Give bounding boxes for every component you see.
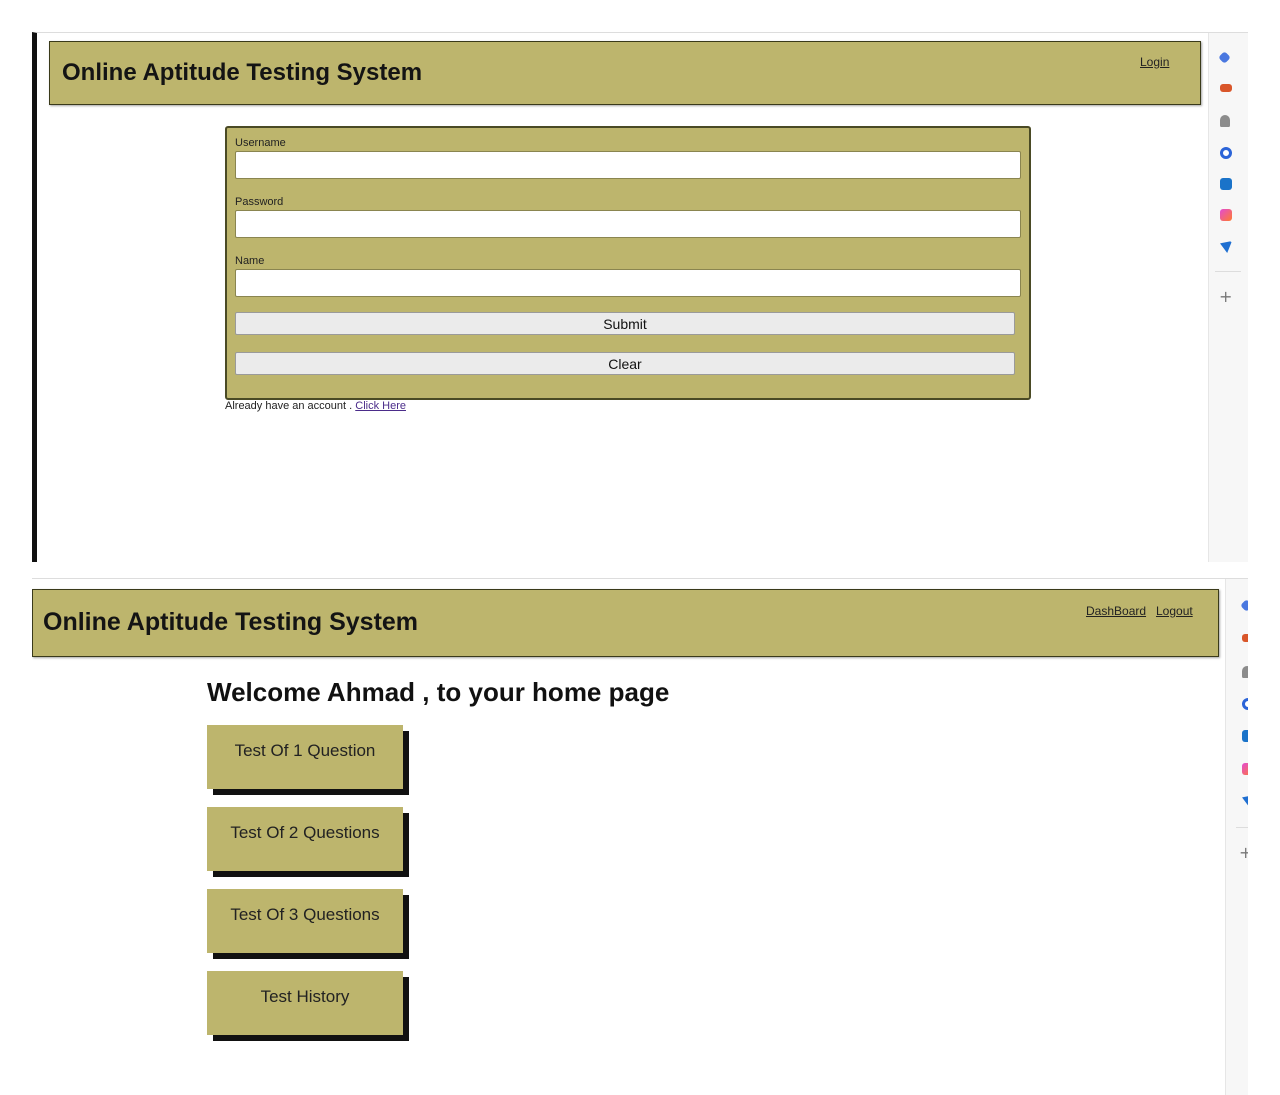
add-icon[interactable]: + xyxy=(1239,843,1248,862)
outlook-icon[interactable] xyxy=(1220,178,1232,190)
username-field[interactable] xyxy=(235,151,1021,179)
toolbox-icon[interactable] xyxy=(1242,634,1248,642)
sidebar-divider xyxy=(1215,271,1241,272)
toolbox-icon[interactable] xyxy=(1220,84,1232,92)
copilot-icon[interactable] xyxy=(1242,763,1248,775)
site-title: Online Aptitude Testing System xyxy=(43,608,419,636)
office-icon[interactable] xyxy=(1220,147,1232,159)
test-1-question-button[interactable]: Test Of 1 Question xyxy=(207,725,403,789)
send-icon[interactable] xyxy=(1242,795,1248,807)
browser-sidebar: + xyxy=(1225,579,1248,1095)
test-3-questions-button[interactable]: Test Of 3 Questions xyxy=(207,889,403,953)
submit-button[interactable]: Submit xyxy=(235,312,1015,335)
tag-icon[interactable] xyxy=(1240,599,1248,612)
persons-icon[interactable] xyxy=(1220,115,1230,127)
send-icon[interactable] xyxy=(1220,241,1232,253)
browser-sidebar: + xyxy=(1208,33,1248,562)
login-link[interactable]: Login xyxy=(1140,55,1169,69)
password-field[interactable] xyxy=(235,210,1021,238)
tag-icon[interactable] xyxy=(1218,51,1231,64)
site-title: Online Aptitude Testing System xyxy=(62,59,423,86)
home-page-screenshot: Online Aptitude Testing System DashBoard… xyxy=(32,578,1248,1095)
register-page-screenshot: Online Aptitude Testing System Login Use… xyxy=(32,32,1248,562)
site-header: Online Aptitude Testing System DashBoard… xyxy=(32,589,1219,657)
click-here-link[interactable]: Click Here xyxy=(355,400,406,412)
test-2-questions-button[interactable]: Test Of 2 Questions xyxy=(207,807,403,871)
persons-icon[interactable] xyxy=(1242,666,1248,678)
existing-account-prompt: Already have an account . Click Here xyxy=(225,400,406,412)
account-prompt-text: Already have an account . xyxy=(225,400,356,412)
password-label: Password xyxy=(235,196,284,208)
clear-button[interactable]: Clear xyxy=(235,352,1015,375)
copilot-icon[interactable] xyxy=(1220,209,1232,221)
office-icon[interactable] xyxy=(1242,698,1248,710)
sidebar-divider xyxy=(1236,827,1248,828)
logout-link[interactable]: Logout xyxy=(1156,604,1193,618)
register-form: Username Password Name Submit Clear xyxy=(225,126,1031,400)
username-label: Username xyxy=(235,137,286,149)
dashboard-link[interactable]: DashBoard xyxy=(1086,604,1146,618)
add-icon[interactable]: + xyxy=(1219,287,1232,306)
welcome-heading: Welcome Ahmad , to your home page xyxy=(207,677,670,707)
outlook-icon[interactable] xyxy=(1242,730,1248,742)
name-field[interactable] xyxy=(235,269,1021,297)
test-history-button[interactable]: Test History xyxy=(207,971,403,1035)
site-header: Online Aptitude Testing System Login xyxy=(49,41,1201,105)
name-label: Name xyxy=(235,255,265,267)
